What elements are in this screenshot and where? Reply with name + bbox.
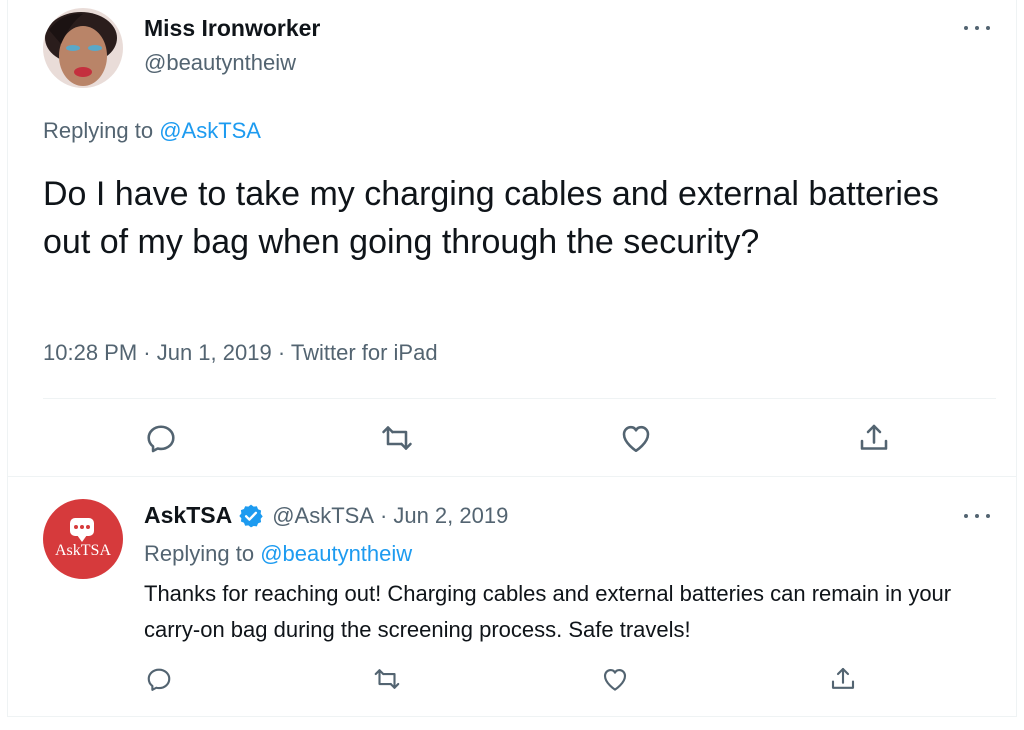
replying-prefix: Replying to [43, 118, 160, 143]
more-options-icon[interactable] [964, 19, 990, 37]
retweet-icon[interactable] [372, 664, 402, 694]
tweet-text: Thanks for reaching out! Charging cables… [144, 581, 952, 642]
retweet-icon[interactable] [379, 420, 415, 456]
divider [43, 398, 996, 399]
more-options-icon[interactable] [964, 507, 990, 525]
replying-prefix: Replying to [144, 541, 261, 566]
replying-to: Replying to @AskTSA [43, 118, 261, 144]
divider [8, 476, 1016, 477]
asktsa-avatar[interactable]: AskTSA [43, 499, 123, 579]
avatar-label: AskTSA [54, 542, 111, 559]
tweet-thread: Miss Ironworker @beautyntheiw Replying t… [7, 0, 1017, 717]
reply-header: AskTSA @AskTSA · Jun 2, 2019 [144, 502, 508, 529]
author-name[interactable]: AskTSA [144, 502, 232, 529]
verified-badge-icon [238, 503, 264, 529]
author-avatar[interactable] [43, 8, 123, 88]
author-handle[interactable]: @beautyntheiw [144, 50, 296, 76]
tweet-meta[interactable]: 10:28 PM · Jun 1, 2019 · Twitter for iPa… [43, 340, 438, 366]
tweet-date[interactable]: Jun 2, 2019 [393, 503, 508, 529]
like-icon[interactable] [600, 664, 630, 694]
chat-bubble-icon [70, 518, 94, 542]
replying-to-link[interactable]: @AskTSA [159, 118, 261, 143]
separator-dot: · [380, 502, 388, 528]
reply-icon[interactable] [144, 664, 174, 694]
share-icon[interactable] [856, 420, 892, 456]
author-handle[interactable]: @AskTSA [272, 503, 374, 529]
share-icon[interactable] [828, 664, 858, 694]
author-name[interactable]: Miss Ironworker [144, 15, 320, 42]
replying-to-link[interactable]: @beautyntheiw [260, 541, 412, 566]
like-icon[interactable] [618, 420, 654, 456]
user-avatar-photo [43, 8, 123, 88]
reply-icon[interactable] [143, 420, 179, 456]
replying-to: Replying to @beautyntheiw [144, 541, 412, 567]
tweet-text: Do I have to take my charging cables and… [43, 175, 939, 261]
